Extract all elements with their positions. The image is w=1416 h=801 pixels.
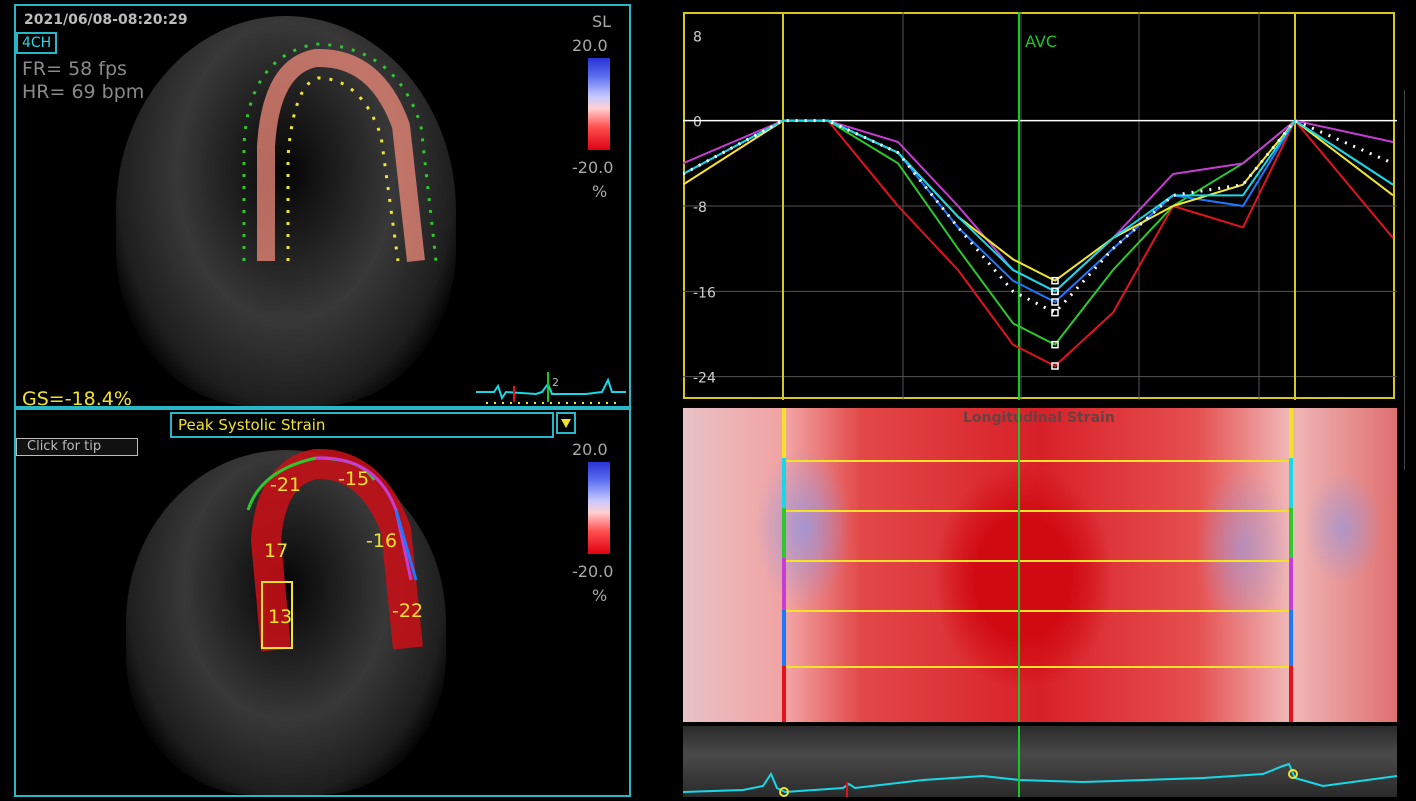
segment-strain-panel[interactable]: Peak Systolic Strain Click for tip 20.0 … [14,408,631,797]
strain-series-6 [682,119,1394,315]
y-tick-4: -24 [693,371,716,387]
segment-value-basal-inferoseptal: -21 [270,474,302,496]
ecg-mini-strip[interactable] [476,372,626,406]
y-tick-2: -8 [693,200,707,216]
side-scrollbar[interactable] [1404,90,1416,470]
tracking-overlay [242,42,438,262]
strain-map-overlay [782,408,1293,722]
segment-overlay [246,448,423,652]
segment-value-basal-septal: 13 [268,606,293,628]
echo-panel-4ch[interactable]: 2021/06/08-08:20:29 4CH FR= 58 fps HR= 6… [14,4,631,410]
y-tick-0: 8 [693,29,702,45]
strain-series-2 [682,119,1394,303]
strain-series-0 [682,119,1394,367]
avc-label: AVC [1025,32,1058,51]
strain-series-4 [682,119,1394,282]
ecg-trace [682,726,1398,797]
y-tick-3: -16 [693,285,716,301]
strain-chart[interactable]: 8 0 -8 -16 -24 AVC [682,12,1397,400]
segment-value-mid-septal: 17 [264,540,289,562]
segment-value-mid-lateral: -16 [366,530,398,552]
ecg-strip[interactable] [682,726,1398,797]
strain-curve-plot[interactable]: 8 0 -8 -16 -24 [682,12,1397,400]
strain-map[interactable]: Longitudinal Strain [683,408,1397,722]
segment-value-apical-lateral: -15 [338,468,370,490]
global-strain: GS=-18.4% [22,388,132,410]
y-tick-1: 0 [693,115,702,131]
ecg-beat-label: 2 [552,376,559,389]
strain-series-1 [682,119,1394,346]
segment-value-basal-lateral: -22 [392,600,424,622]
